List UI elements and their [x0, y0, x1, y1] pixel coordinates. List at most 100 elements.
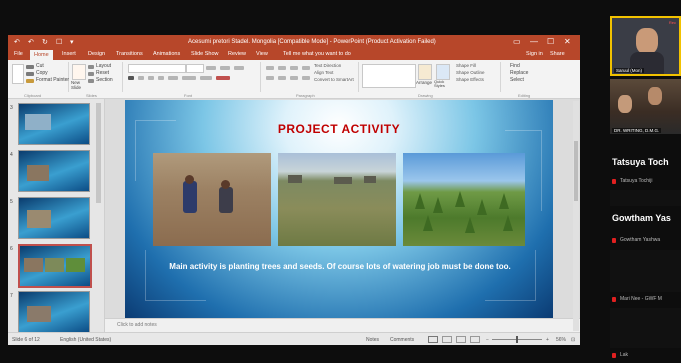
clear-format-icon[interactable]	[234, 66, 244, 70]
bullets-icon[interactable]	[266, 66, 274, 70]
layout-icon[interactable]	[88, 65, 94, 69]
notes-button[interactable]: Notes	[366, 337, 379, 343]
notes-pane[interactable]: Click to add notes	[105, 318, 580, 333]
align-text-label[interactable]: Align Text	[314, 70, 333, 75]
align-left-icon[interactable]	[266, 76, 274, 80]
find-button[interactable]: Find	[510, 63, 520, 69]
format-painter-label[interactable]: Format Painter	[36, 77, 69, 83]
italic-icon[interactable]	[138, 76, 144, 80]
strikethrough-icon[interactable]	[168, 76, 178, 80]
save-icon[interactable]: ↶	[14, 38, 20, 46]
participant-video-tile-active[interactable]: Rec Saruul (Mon)	[610, 16, 681, 76]
sign-in-link[interactable]: Sign in	[526, 51, 543, 57]
slide-caption[interactable]: Main activity is planting trees and seed…	[155, 260, 525, 273]
close-button[interactable]: ✕	[564, 37, 571, 46]
share-button[interactable]: Share	[550, 51, 565, 57]
notes-placeholder[interactable]: Click to add notes	[117, 322, 157, 328]
reset-label[interactable]: Reset	[96, 70, 109, 76]
replace-button[interactable]: Replace	[510, 70, 528, 76]
slide-title[interactable]: PROJECT ACTIVITY	[125, 122, 553, 136]
scrollbar-thumb[interactable]	[574, 141, 578, 201]
tab-animations[interactable]: Animations	[153, 51, 180, 57]
zoom-slider-knob[interactable]	[516, 336, 518, 343]
shape-outline-button[interactable]: Shape Outline	[456, 70, 485, 75]
decrease-indent-icon[interactable]	[290, 66, 298, 70]
slide-thumbnail[interactable]	[18, 197, 90, 239]
thumbnails-scrollbar[interactable]	[96, 103, 101, 203]
paste-icon[interactable]	[12, 64, 24, 84]
font-name-select[interactable]	[128, 64, 186, 73]
align-center-icon[interactable]	[278, 76, 286, 80]
arrange-label[interactable]: Arrange	[416, 80, 432, 85]
shrink-font-icon[interactable]	[220, 66, 230, 70]
new-slide-label[interactable]: New Slide	[71, 80, 87, 90]
reset-icon[interactable]	[88, 72, 94, 76]
language-status[interactable]: English (United States)	[60, 337, 111, 343]
zoom-in-icon[interactable]: +	[546, 337, 549, 343]
quick-styles-icon[interactable]	[436, 64, 450, 80]
photo-planting-people[interactable]	[153, 153, 271, 246]
tab-view[interactable]: View	[256, 51, 268, 57]
align-right-icon[interactable]	[290, 76, 298, 80]
minimize-button[interactable]: —	[530, 37, 538, 46]
copy-label[interactable]: Copy	[36, 70, 48, 76]
shadow-icon[interactable]	[158, 76, 164, 80]
new-slide-icon[interactable]	[72, 64, 86, 80]
slide-scrollbar[interactable]	[573, 101, 579, 331]
convert-smartart-label[interactable]: Convert to SmartArt	[314, 77, 354, 82]
section-label[interactable]: Section	[96, 77, 113, 83]
arrange-icon[interactable]	[418, 64, 432, 80]
zoom-out-icon[interactable]: −	[486, 337, 489, 343]
copy-icon[interactable]	[26, 72, 34, 76]
text-direction-label[interactable]: Text Direction	[314, 63, 341, 68]
undo-icon[interactable]: ↶	[28, 38, 34, 46]
shapes-gallery[interactable]	[362, 64, 416, 88]
justify-icon[interactable]	[302, 76, 310, 80]
tab-review[interactable]: Review	[228, 51, 246, 57]
slide-thumbnail[interactable]	[18, 103, 90, 145]
tab-insert[interactable]: Insert	[62, 51, 76, 57]
shape-effects-button[interactable]: Shape Effects	[456, 77, 484, 82]
tab-transitions[interactable]: Transitions	[116, 51, 143, 57]
slideshow-view-icon[interactable]	[470, 336, 480, 343]
underline-icon[interactable]	[148, 76, 154, 80]
slide-thumbnail-selected[interactable]	[18, 244, 92, 288]
format-painter-icon[interactable]	[26, 79, 34, 83]
ribbon-display-icon[interactable]: ▭	[513, 37, 521, 46]
slide-thumbnail[interactable]	[18, 150, 90, 192]
tab-slide-show[interactable]: Slide Show	[191, 51, 219, 57]
grow-font-icon[interactable]	[206, 66, 216, 70]
comments-button[interactable]: Comments	[390, 337, 414, 343]
cut-label[interactable]: Cut	[36, 63, 44, 69]
present-icon[interactable]: ☐	[56, 38, 62, 46]
fit-slide-icon[interactable]: ⊡	[571, 337, 575, 343]
numbering-icon[interactable]	[278, 66, 286, 70]
current-slide[interactable]: PROJECT ACTIVITY Main activity is planti…	[125, 100, 553, 318]
tab-design[interactable]: Design	[88, 51, 105, 57]
redo-icon[interactable]: ↻	[42, 38, 48, 46]
tab-file[interactable]: File	[14, 51, 23, 57]
participant-video-tile[interactable]: DR. WRITING, D.M.G.	[610, 79, 681, 134]
slide-thumbnails-pane[interactable]: 3 4 5 6 7	[8, 99, 105, 333]
font-color-icon[interactable]	[216, 76, 230, 80]
tab-home[interactable]: Home	[30, 50, 53, 60]
photo-field-buildings[interactable]	[278, 153, 396, 246]
tell-me-search[interactable]: Tell me what you want to do	[283, 51, 351, 57]
slide-thumbnail[interactable]	[18, 291, 90, 333]
quick-styles-label[interactable]: Quick Styles	[434, 80, 454, 88]
reading-view-icon[interactable]	[456, 336, 466, 343]
font-size-select[interactable]	[186, 64, 204, 73]
customize-qat-icon[interactable]: ▾	[70, 38, 74, 46]
photo-tree-saplings[interactable]	[403, 153, 525, 246]
zoom-level[interactable]: 56%	[556, 337, 566, 343]
participant-tile-empty[interactable]	[610, 308, 681, 348]
shape-fill-button[interactable]: Shape Fill	[456, 63, 476, 68]
layout-label[interactable]: Layout	[96, 63, 111, 69]
maximize-button[interactable]: ☐	[547, 37, 554, 46]
cut-icon[interactable]	[26, 65, 34, 69]
character-spacing-icon[interactable]	[182, 76, 196, 80]
change-case-icon[interactable]	[200, 76, 212, 80]
normal-view-icon[interactable]	[428, 336, 438, 343]
participant-tile-empty[interactable]	[610, 250, 681, 292]
select-button[interactable]: Select	[510, 77, 524, 83]
